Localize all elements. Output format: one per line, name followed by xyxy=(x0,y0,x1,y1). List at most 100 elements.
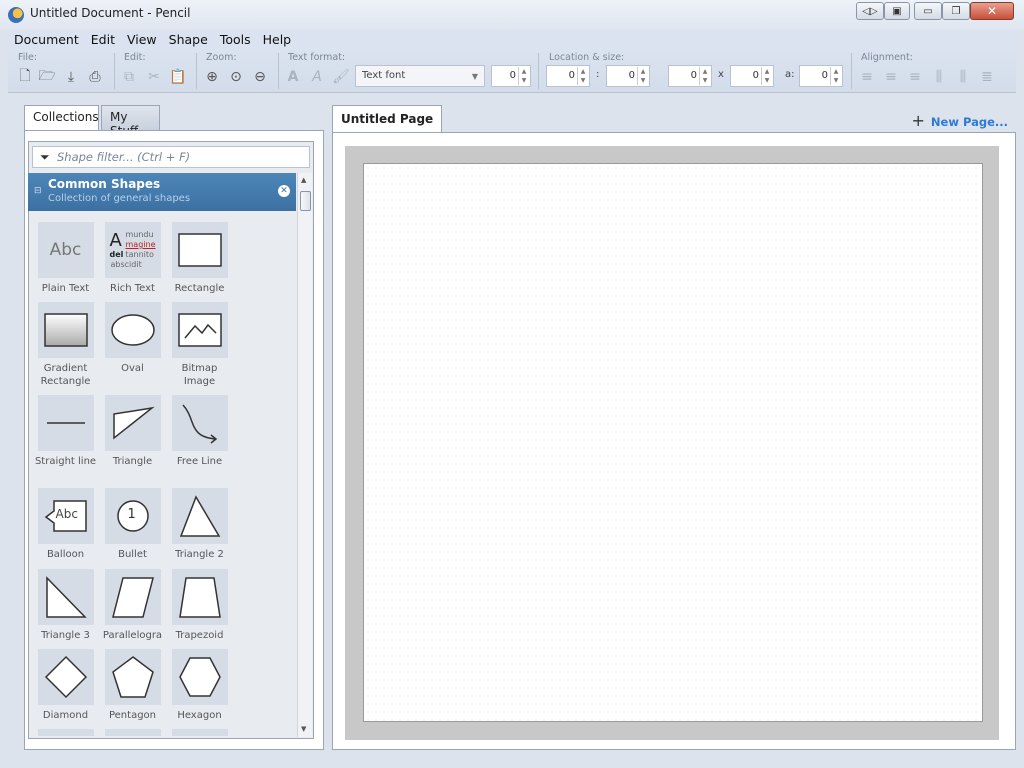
scroll-up-icon[interactable]: ▲ xyxy=(301,176,306,184)
location-colon: : xyxy=(596,69,600,80)
toggle-pane-icon[interactable]: ▣ xyxy=(884,2,910,20)
font-select[interactable]: Text font ▼ xyxy=(355,65,485,87)
straight-line-icon xyxy=(37,395,94,451)
height-input[interactable]: 0 ▲ ▼ xyxy=(730,65,774,87)
title-bar: Untitled Document - Pencil ◁▷ ▣ ▭ ❐ ✕ xyxy=(0,0,1024,30)
save-icon[interactable]: ⤓ xyxy=(62,68,80,86)
shapes-scrollbar[interactable]: ▲ ▼ xyxy=(297,173,312,737)
menu-document[interactable]: Document xyxy=(8,31,85,49)
shape-partial[interactable] xyxy=(99,729,166,736)
bold-icon[interactable]: A xyxy=(284,68,302,86)
shape-bullet[interactable]: 1 Bullet xyxy=(99,488,166,561)
rectangle-icon xyxy=(171,222,228,278)
location-x-input[interactable]: 0 ▲ ▼ xyxy=(546,65,590,87)
shape-parallelogram[interactable]: Parallelogra xyxy=(99,569,166,642)
canvas-background xyxy=(345,146,999,740)
shape-triangle[interactable]: Triangle xyxy=(99,395,166,468)
text-format-label: Text format: xyxy=(288,52,346,63)
main-toolbar: File: 🗋 🗁 ⤓ ⎙ Edit: ⧉ ✂ 📋 Zoom: ⊕ ⊙ ⊖ Te… xyxy=(8,49,1016,93)
parallelogram-icon xyxy=(104,569,161,625)
pencil-app-icon xyxy=(8,7,24,23)
shape-partial[interactable] xyxy=(32,729,99,736)
shape-rich-text[interactable]: A mundu magine del tannito abscidit Rich… xyxy=(99,222,166,295)
shape-partial[interactable] xyxy=(166,729,233,736)
collection-header[interactable]: ⊟ Common Shapes Collection of general sh… xyxy=(28,173,296,211)
align-bottom-icon[interactable]: ≣ xyxy=(978,68,996,86)
shape-straight-line[interactable]: Straight line xyxy=(32,395,99,468)
drawing-canvas[interactable] xyxy=(363,163,983,722)
bitmap-image-icon xyxy=(171,302,228,358)
shape-bitmap-image[interactable]: Bitmap Image xyxy=(166,302,233,388)
shape-pentagon[interactable]: Pentagon xyxy=(99,649,166,722)
align-middle-icon[interactable]: ⫼ xyxy=(954,68,972,86)
drawing-area: Untitled Page + New Page... xyxy=(332,94,1016,756)
tab-my-stuff[interactable]: My Stuff xyxy=(101,105,160,138)
pentagon-icon xyxy=(104,649,161,705)
shape-triangle-3[interactable]: Triangle 3 xyxy=(32,569,99,642)
shape-oval[interactable]: Oval xyxy=(99,302,166,375)
print-icon[interactable]: ⎙ xyxy=(86,68,104,86)
collapse-icon[interactable]: ⊟ xyxy=(34,186,42,196)
align-top-icon[interactable]: ⫼ xyxy=(930,68,948,86)
align-right-icon[interactable]: ≡ xyxy=(906,68,924,86)
collection-title: Common Shapes xyxy=(48,177,161,191)
close-collection-icon[interactable]: ✕ xyxy=(278,185,290,197)
maximize-button[interactable]: ❐ xyxy=(942,2,970,20)
shapes-panel: Collections My Stuff ⏷Shape filter... (C… xyxy=(8,94,328,756)
location-size-label: Location & size: xyxy=(549,52,625,63)
hexagon-icon xyxy=(171,649,228,705)
tab-untitled-page[interactable]: Untitled Page xyxy=(332,105,443,132)
scroll-down-icon[interactable]: ▼ xyxy=(301,725,306,733)
shape-rectangle[interactable]: Rectangle xyxy=(166,222,233,295)
shape-free-line[interactable]: Free Line xyxy=(166,395,233,468)
shape-grid: Abc Plain Text A mundu magine del tannit… xyxy=(28,211,296,736)
triangle-icon xyxy=(104,395,161,451)
cut-icon[interactable]: ✂ xyxy=(145,68,163,86)
rich-text-icon: A mundu magine del tannito abscidit xyxy=(104,222,161,278)
align-left-icon[interactable]: ≡ xyxy=(858,68,876,86)
close-button[interactable]: ✕ xyxy=(970,2,1014,20)
minimize-button[interactable]: ▭ xyxy=(914,2,942,20)
collection-subtitle: Collection of general shapes xyxy=(48,193,191,204)
location-y-input[interactable]: 0 ▲ ▼ xyxy=(606,65,650,87)
menu-view[interactable]: View xyxy=(121,31,163,49)
scroll-thumb[interactable] xyxy=(300,191,311,211)
paste-icon[interactable]: 📋 xyxy=(169,68,187,86)
angle-label: a: xyxy=(785,69,795,80)
menu-shape[interactable]: Shape xyxy=(163,31,214,49)
shape-trapezoid[interactable]: Trapezoid xyxy=(166,569,233,642)
italic-icon[interactable]: A xyxy=(308,68,326,86)
tab-collections[interactable]: Collections xyxy=(24,105,99,130)
align-center-icon[interactable]: ≡ xyxy=(882,68,900,86)
triangle2-icon xyxy=(171,488,228,544)
triangle3-icon xyxy=(37,569,94,625)
zoom-out-icon[interactable]: ⊖ xyxy=(251,68,269,86)
zoom-actual-icon[interactable]: ⊙ xyxy=(227,68,245,86)
free-line-icon xyxy=(171,395,228,451)
shape-gradient-rectangle[interactable]: Gradient Rectangle xyxy=(32,302,99,388)
window-title: Untitled Document - Pencil xyxy=(30,6,191,20)
shape-plain-text[interactable]: Abc Plain Text xyxy=(32,222,99,295)
text-style-icon[interactable]: 🖌 xyxy=(332,68,350,86)
zoom-in-icon[interactable]: ⊕ xyxy=(203,68,221,86)
shape-triangle-2[interactable]: Triangle 2 xyxy=(166,488,233,561)
trapezoid-icon xyxy=(171,569,228,625)
shape-hexagon[interactable]: Hexagon xyxy=(166,649,233,722)
zoom-group-label: Zoom: xyxy=(206,52,237,63)
menu-tools[interactable]: Tools xyxy=(214,31,257,49)
shape-balloon[interactable]: Abc Balloon xyxy=(32,488,99,561)
back-forward-icon[interactable]: ◁▷ xyxy=(856,2,884,20)
shape-diamond[interactable]: Diamond xyxy=(32,649,99,722)
angle-input[interactable]: 0 ▲ ▼ xyxy=(799,65,843,87)
menu-bar: Document Edit View Shape Tools Help xyxy=(8,31,1016,49)
shape-filter-input[interactable]: ⏷ Shape filter... (Ctrl + F) xyxy=(32,146,310,168)
new-page-button[interactable]: + New Page... xyxy=(912,111,1008,130)
open-folder-icon[interactable]: 🗁 xyxy=(38,68,56,86)
width-input[interactable]: 0 ▲ ▼ xyxy=(668,65,712,87)
new-document-icon[interactable]: 🗋 xyxy=(16,68,34,86)
edit-group-label: Edit: xyxy=(124,52,146,63)
menu-edit[interactable]: Edit xyxy=(85,31,121,49)
menu-help[interactable]: Help xyxy=(257,31,298,49)
font-size-spinner[interactable]: 0 ▲ ▼ xyxy=(491,65,531,87)
copy-icon[interactable]: ⧉ xyxy=(120,68,138,86)
